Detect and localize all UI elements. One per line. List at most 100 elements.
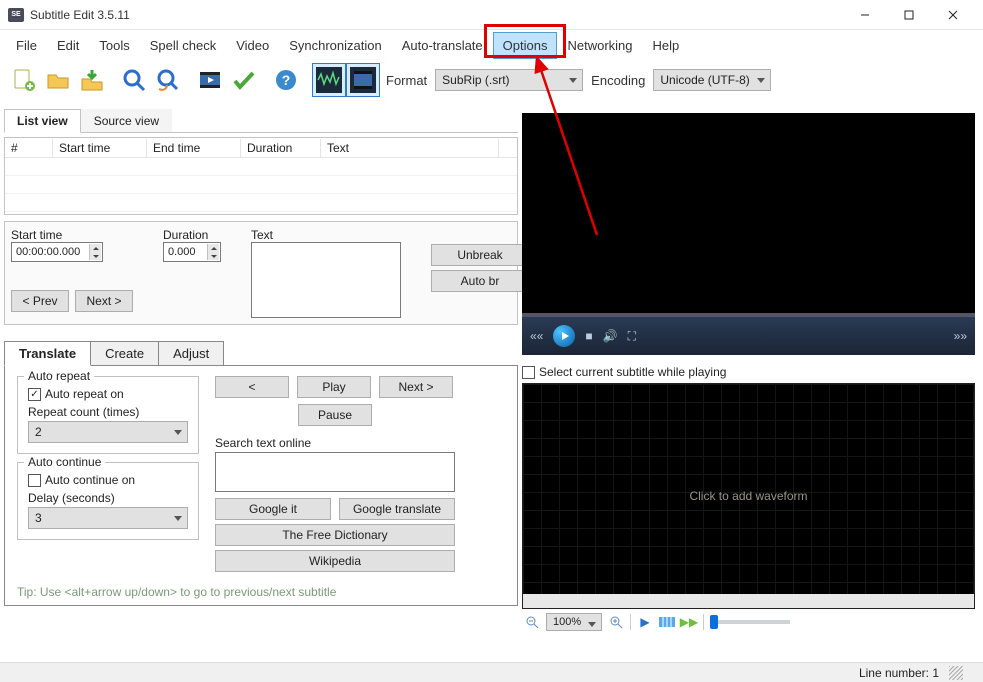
menubar: File Edit Tools Spell check Video Synchr… <box>0 30 983 61</box>
svg-text:?: ? <box>282 72 291 88</box>
nav-prev-button[interactable]: < <box>215 376 289 398</box>
search-online-input[interactable] <box>215 452 455 492</box>
auto-continue-group: Auto continue Auto continue on Delay (se… <box>17 462 199 540</box>
visual-sync-icon[interactable] <box>194 64 226 96</box>
toolbar: ? Format SubRip (.srt) Encoding Unicode … <box>0 61 983 103</box>
next-button[interactable]: Next > <box>75 290 133 312</box>
menu-autotranslate[interactable]: Auto-translate <box>392 32 493 59</box>
prev-button[interactable]: < Prev <box>11 290 69 312</box>
find-icon[interactable] <box>118 64 150 96</box>
autobr-button[interactable]: Auto br <box>431 270 529 292</box>
col-num[interactable]: # <box>5 139 53 157</box>
repeat-count-label: Repeat count (times) <box>28 405 188 419</box>
menu-edit[interactable]: Edit <box>47 32 89 59</box>
google-translate-button[interactable]: Google translate <box>339 498 455 520</box>
play-icon[interactable] <box>553 325 575 347</box>
tab-sourceview[interactable]: Source view <box>81 109 172 132</box>
minimize-button[interactable] <box>843 1 887 29</box>
menu-file[interactable]: File <box>6 32 47 59</box>
tab-listview[interactable]: List view <box>4 109 81 133</box>
encoding-select[interactable]: Unicode (UTF-8) <box>653 69 771 91</box>
wikipedia-button[interactable]: Wikipedia <box>215 550 455 572</box>
help-icon[interactable]: ? <box>270 64 302 96</box>
format-label: Format <box>386 73 427 88</box>
col-dur[interactable]: Duration <box>241 139 321 157</box>
nav-pause-button[interactable]: Pause <box>298 404 372 426</box>
list-header: # Start time End time Duration Text <box>5 138 517 158</box>
wave-ffwd-icon[interactable]: ▶▶ <box>681 614 697 630</box>
waveform-placeholder: Click to add waveform <box>689 489 807 503</box>
edit-panel: Start time 00:00:00.000 < Prev Next > Du… <box>4 221 518 325</box>
format-select[interactable]: SubRip (.srt) <box>435 69 583 91</box>
titlebar: SE Subtitle Edit 3.5.11 <box>0 0 983 30</box>
zoom-out-icon[interactable] <box>524 614 540 630</box>
speed-slider[interactable] <box>710 620 790 624</box>
video-player[interactable]: «« ■ 🔊 ⛶ »» <box>522 113 975 355</box>
free-dictionary-button[interactable]: The Free Dictionary <box>215 524 455 546</box>
app-icon: SE <box>8 8 24 22</box>
tab-translate[interactable]: Translate <box>4 341 91 366</box>
text-label: Text <box>251 228 401 242</box>
translate-panel: Auto repeat ✓Auto repeat on Repeat count… <box>4 366 518 606</box>
line-number-status: Line number: 1 <box>859 666 939 680</box>
unbreak-button[interactable]: Unbreak <box>431 244 529 266</box>
skip-fwd-icon[interactable]: »» <box>954 329 967 343</box>
close-button[interactable] <box>931 1 975 29</box>
mode-tabs: Translate Create Adjust <box>4 341 518 366</box>
col-text[interactable]: Text <box>321 139 499 157</box>
video-preview-icon[interactable] <box>346 63 380 97</box>
tab-create[interactable]: Create <box>90 341 159 365</box>
nav-next-button[interactable]: Next > <box>379 376 453 398</box>
col-end[interactable]: End time <box>147 139 241 157</box>
volume-icon[interactable]: 🔊 <box>603 329 618 343</box>
auto-repeat-group: Auto repeat ✓Auto repeat on Repeat count… <box>17 376 199 454</box>
spellcheck-icon[interactable] <box>228 64 260 96</box>
menu-networking[interactable]: Networking <box>557 32 642 59</box>
delay-select[interactable]: 3 <box>28 507 188 529</box>
waveform-area[interactable]: Click to add waveform <box>522 383 975 609</box>
start-time-label: Start time <box>11 228 133 242</box>
google-it-button[interactable]: Google it <box>215 498 331 520</box>
zoom-in-icon[interactable] <box>608 614 624 630</box>
menu-tools[interactable]: Tools <box>89 32 139 59</box>
subtitle-list[interactable]: # Start time End time Duration Text <box>4 137 518 215</box>
fullscreen-icon[interactable]: ⛶ <box>628 329 636 344</box>
duration-label: Duration <box>163 228 221 242</box>
skip-back-icon[interactable]: «« <box>530 329 543 343</box>
duration-input[interactable]: 0.000 <box>163 242 221 262</box>
zoom-toolbar: 100% ▶ ▶▶ <box>522 609 975 635</box>
wave-frames-icon[interactable] <box>659 614 675 630</box>
wave-play-icon[interactable]: ▶ <box>637 614 653 630</box>
video-controls: «« ■ 🔊 ⛶ »» <box>522 317 975 355</box>
tip-text: Tip: Use <alt+arrow up/down> to go to pr… <box>17 585 336 599</box>
maximize-button[interactable] <box>887 1 931 29</box>
select-while-playing-checkbox[interactable]: Select current subtitle while playing <box>522 365 975 379</box>
nav-play-button[interactable]: Play <box>297 376 371 398</box>
col-start[interactable]: Start time <box>53 139 147 157</box>
encoding-label: Encoding <box>591 73 645 88</box>
menu-spellcheck[interactable]: Spell check <box>140 32 226 59</box>
menu-options[interactable]: Options <box>493 32 558 59</box>
zoom-select[interactable]: 100% <box>546 613 602 631</box>
tab-adjust[interactable]: Adjust <box>158 341 224 365</box>
listview-tabs: List view Source view <box>4 109 518 133</box>
replace-icon[interactable] <box>152 64 184 96</box>
start-time-input[interactable]: 00:00:00.000 <box>11 242 103 262</box>
menu-help[interactable]: Help <box>643 32 690 59</box>
menu-sync[interactable]: Synchronization <box>279 32 392 59</box>
save-file-icon[interactable] <box>76 64 108 96</box>
search-online-label: Search text online <box>215 436 505 450</box>
stop-icon[interactable]: ■ <box>585 329 592 343</box>
menu-video[interactable]: Video <box>226 32 279 59</box>
waveform-icon[interactable] <box>312 63 346 97</box>
text-input[interactable] <box>251 242 401 318</box>
col-spare <box>499 146 517 150</box>
repeat-count-select[interactable]: 2 <box>28 421 188 443</box>
resize-grip[interactable] <box>949 666 963 680</box>
statusbar: Line number: 1 <box>0 662 983 682</box>
auto-continue-checkbox[interactable]: Auto continue on <box>28 473 188 487</box>
auto-repeat-checkbox[interactable]: ✓Auto repeat on <box>28 387 188 401</box>
main: List view Source view # Start time End t… <box>0 103 983 637</box>
open-file-icon[interactable] <box>42 64 74 96</box>
new-file-icon[interactable] <box>8 64 40 96</box>
